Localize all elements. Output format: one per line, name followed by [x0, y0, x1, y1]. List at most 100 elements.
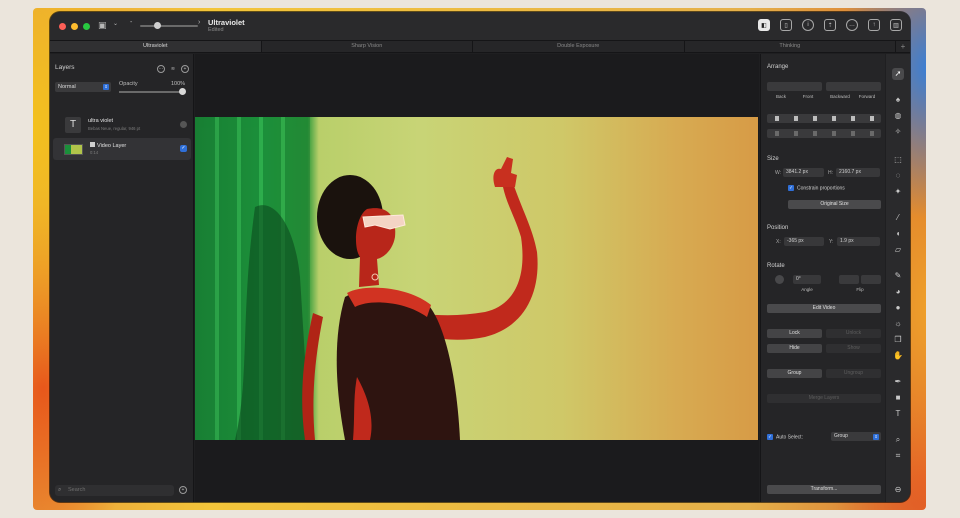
zoom-out-icon[interactable]: - [130, 19, 132, 26]
checkbox-checked-icon: ✓ [767, 434, 773, 440]
zoom-icon[interactable]: ⌕ [892, 434, 904, 446]
height-field[interactable]: 2160.7 px [836, 168, 880, 177]
search-placeholder: Search [68, 487, 86, 493]
rect-select-icon[interactable]: ⬚ [892, 154, 904, 166]
share-icon[interactable]: ↑ [868, 19, 880, 31]
layer-search-input[interactable]: ⌕ Search [55, 485, 174, 496]
hand-icon[interactable]: ✋ [892, 350, 904, 362]
export-icon[interactable]: ⇡ [824, 19, 836, 31]
layer-options-icon[interactable]: ⋯ [157, 65, 165, 73]
sidebar-toggle-icon[interactable]: ▣ [98, 20, 107, 31]
color-adjust-icon[interactable]: ◕ [892, 286, 904, 298]
brush-icon[interactable]: ⁄ [892, 212, 904, 224]
add-tab-button[interactable]: + [896, 41, 910, 52]
lasso-icon[interactable]: ◌ [892, 170, 904, 182]
backward-button-label[interactable]: Backward [826, 94, 854, 99]
pencil-icon[interactable]: ✎ [892, 270, 904, 282]
chevron-down-icon[interactable]: ⌄ [113, 20, 118, 27]
tab-thinking[interactable]: Thinking [685, 41, 896, 52]
text-icon[interactable]: T [892, 408, 904, 420]
video-icon [90, 142, 95, 147]
width-field[interactable]: 3841.2 px [783, 168, 824, 177]
smudge-icon[interactable]: ◍ [892, 110, 904, 122]
transform-button[interactable]: Transform... [767, 485, 881, 494]
opacity-value: 100% [171, 81, 186, 87]
group-button[interactable]: Group [767, 369, 822, 378]
unlock-button[interactable]: Unlock [826, 329, 881, 338]
minimize-window-button[interactable] [71, 22, 78, 30]
y-field[interactable]: 1.9 px [837, 237, 880, 246]
auto-select-label: Auto Select: [776, 434, 803, 441]
tab-sharp-vision[interactable]: Sharp Vision [262, 41, 473, 52]
more-icon[interactable]: ⊖ [892, 484, 904, 496]
angle-dial[interactable] [775, 275, 784, 284]
constrain-proportions-checkbox[interactable]: ✓ Constrain proportions [788, 185, 845, 191]
stack-icon[interactable]: ≋ [169, 65, 177, 73]
canvas-area[interactable] [195, 54, 759, 502]
order-back-front-segment[interactable] [767, 82, 822, 91]
layer-style-icon[interactable]: ◧ [758, 19, 770, 31]
zoom-slider[interactable] [140, 25, 198, 27]
angle-field[interactable]: 0° [793, 275, 821, 284]
filter-icon[interactable]: + [179, 486, 187, 494]
clone-icon[interactable]: ❒ [892, 334, 904, 346]
auto-select-mode-select[interactable]: Group ⇕ [831, 432, 881, 441]
layer-duration: 0:14 [90, 150, 99, 155]
edit-video-button[interactable]: Edit Video [767, 304, 881, 313]
retouch-icon[interactable]: ✧ [892, 126, 904, 138]
tab-ultraviolet[interactable]: Ultraviolet [50, 41, 262, 52]
compare-icon[interactable]: ▯ [780, 19, 792, 31]
ungroup-button[interactable]: Ungroup [826, 369, 881, 378]
layer-row-text[interactable]: T ultra violet Bebas Neue, regular, 946 … [53, 114, 191, 136]
blur-icon[interactable]: ● [892, 302, 904, 314]
forward-button-label[interactable]: Forward [853, 94, 881, 99]
layer-description: Bebas Neue, regular, 946 pt [88, 126, 141, 131]
back-button-label[interactable]: Back [767, 94, 795, 99]
show-button[interactable]: Show [826, 344, 881, 353]
eraser-icon[interactable]: ▱ [892, 244, 904, 256]
order-backward-forward-segment[interactable] [826, 82, 881, 91]
lock-button[interactable]: Lock [767, 329, 822, 338]
original-size-button[interactable]: Original Size [788, 200, 881, 209]
paint-bucket-icon[interactable]: ♠ [892, 94, 904, 106]
layer-name: ultra violet [88, 118, 114, 124]
bucket-icon[interactable]: ◖ [892, 228, 904, 240]
x-field[interactable]: -365 px [784, 237, 824, 246]
distribute-buttons-row[interactable] [767, 129, 881, 138]
arrow-select-icon[interactable]: ➚ [892, 68, 904, 80]
merge-layers-button[interactable]: Merge Layers [767, 394, 881, 403]
flip-vertical-button[interactable] [839, 275, 859, 284]
hide-button[interactable]: Hide [767, 344, 822, 353]
layer-checkbox[interactable]: ✓ [180, 145, 187, 152]
zoom-in-icon[interactable]: › [198, 19, 200, 26]
zoom-slider-knob[interactable] [154, 22, 161, 29]
more-options-icon[interactable]: … [846, 19, 858, 31]
width-label: W: [775, 170, 782, 176]
opacity-slider[interactable] [119, 91, 183, 93]
flip-label: Flip [856, 287, 864, 292]
tab-double-exposure[interactable]: Double Exposure [473, 41, 685, 52]
crop-icon[interactable]: ⌗ [892, 450, 904, 462]
close-window-button[interactable] [59, 22, 66, 30]
app-window: ▣ ⌄ - › Ultraviolet Edited ◧ ▯ i ⇡ … ↑ ▥… [50, 12, 910, 502]
constrain-label: Constrain proportions [797, 185, 845, 192]
align-buttons-row[interactable] [767, 114, 881, 123]
size-title: Size [767, 156, 779, 162]
auto-select-checkbox[interactable]: ✓ Auto Select: [767, 434, 803, 440]
layer-row-video[interactable]: Video Layer 0:14 ✓ [53, 138, 191, 160]
title-bar: ▣ ⌄ - › Ultraviolet Edited ◧ ▯ i ⇡ … ↑ ▥ [50, 12, 910, 40]
shapes-icon[interactable]: ■ [892, 392, 904, 404]
sun-icon[interactable]: ☼ [892, 318, 904, 330]
inspector-toggle-icon[interactable]: ▥ [890, 19, 902, 31]
zoom-window-button[interactable] [83, 22, 90, 30]
visibility-toggle-icon[interactable] [180, 121, 187, 128]
flip-horizontal-button[interactable] [861, 275, 881, 284]
magic-wand-icon[interactable]: ✦ [892, 186, 904, 198]
search-icon: ⌕ [58, 487, 62, 493]
opacity-slider-knob[interactable] [179, 88, 186, 95]
info-icon[interactable]: i [802, 19, 814, 31]
front-button-label[interactable]: Front [794, 94, 822, 99]
pen-icon[interactable]: ✒ [892, 376, 904, 388]
add-layer-icon[interactable]: + [181, 65, 189, 73]
blend-mode-select[interactable]: Normal ⇕ [55, 82, 111, 92]
